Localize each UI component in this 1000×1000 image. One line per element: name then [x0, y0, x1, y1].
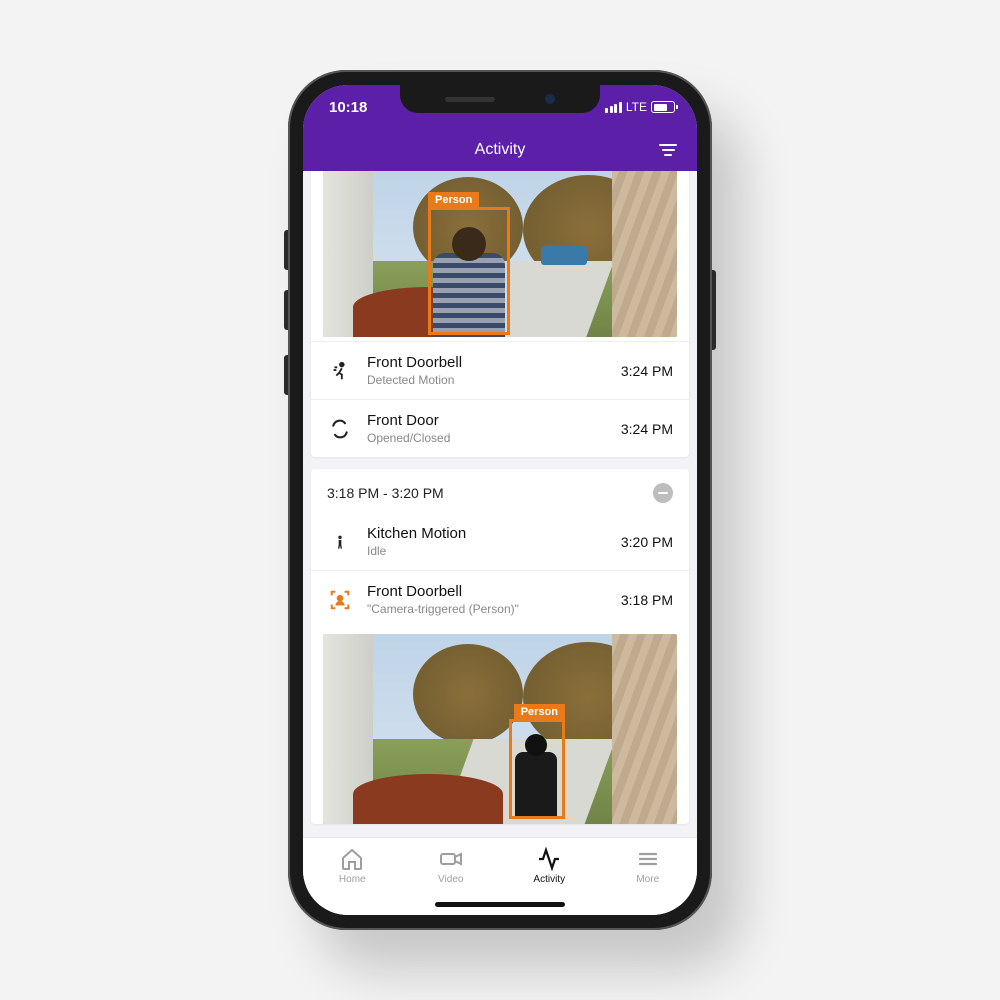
camera-thumbnail[interactable]: Person [323, 171, 677, 337]
tab-more[interactable]: More [599, 838, 698, 893]
notch [400, 85, 600, 113]
event-time: 3:24 PM [621, 363, 673, 379]
phone-frame: 10:18 LTE Activity [288, 70, 712, 930]
battery-icon [651, 101, 675, 113]
event-title: Kitchen Motion [367, 525, 621, 542]
page-title: Activity [475, 141, 526, 159]
signal-icon [605, 102, 622, 113]
network-label: LTE [626, 100, 647, 114]
open-close-icon [327, 419, 353, 439]
event-row[interactable]: Kitchen Motion Idle 3:20 PM [311, 513, 689, 570]
tab-home[interactable]: Home [303, 838, 402, 893]
motion-icon [327, 360, 353, 382]
activity-feed[interactable]: Person Front Doorbell Detected Motion 3:… [303, 171, 697, 837]
nav-bar: Activity [303, 129, 697, 171]
event-title: Front Door [367, 412, 621, 429]
event-row[interactable]: Front Doorbell Detected Motion 3:24 PM [311, 341, 689, 399]
time-range: 3:18 PM - 3:20 PM [327, 485, 444, 501]
tab-label: More [636, 874, 659, 885]
tab-label: Activity [533, 874, 565, 885]
detection-box: Person [509, 719, 565, 819]
event-time: 3:18 PM [621, 592, 673, 608]
collapse-icon[interactable] [653, 483, 673, 503]
detection-label: Person [514, 704, 565, 720]
tab-video[interactable]: Video [402, 838, 501, 893]
event-card[interactable]: Person Front Doorbell Detected Motion 3:… [311, 171, 689, 457]
event-subtitle: Detected Motion [367, 373, 621, 387]
person-detect-icon [327, 589, 353, 611]
event-title: Front Doorbell [367, 583, 621, 600]
event-time: 3:20 PM [621, 534, 673, 550]
event-row[interactable]: Front Doorbell "Camera-triggered (Person… [311, 570, 689, 628]
person-idle-icon [327, 532, 353, 552]
filter-button[interactable] [657, 139, 679, 161]
camera-thumbnail[interactable]: Person [323, 634, 677, 824]
event-time: 3:24 PM [621, 421, 673, 437]
event-subtitle: "Camera-triggered (Person)" [367, 602, 621, 616]
detection-box: Person [428, 207, 510, 335]
event-subtitle: Opened/Closed [367, 431, 621, 445]
event-row[interactable]: Front Door Opened/Closed 3:24 PM [311, 399, 689, 457]
tab-label: Home [339, 874, 366, 885]
clock: 10:18 [329, 99, 367, 116]
tab-activity[interactable]: Activity [500, 838, 599, 893]
home-indicator[interactable] [435, 902, 565, 907]
detection-label: Person [428, 192, 479, 208]
group-header[interactable]: 3:18 PM - 3:20 PM [311, 469, 689, 513]
tab-label: Video [438, 874, 463, 885]
screen: 10:18 LTE Activity [303, 85, 697, 915]
event-group-card: 3:18 PM - 3:20 PM Kitchen Motion Idle 3:… [311, 469, 689, 824]
event-subtitle: Idle [367, 544, 621, 558]
event-title: Front Doorbell [367, 354, 621, 371]
